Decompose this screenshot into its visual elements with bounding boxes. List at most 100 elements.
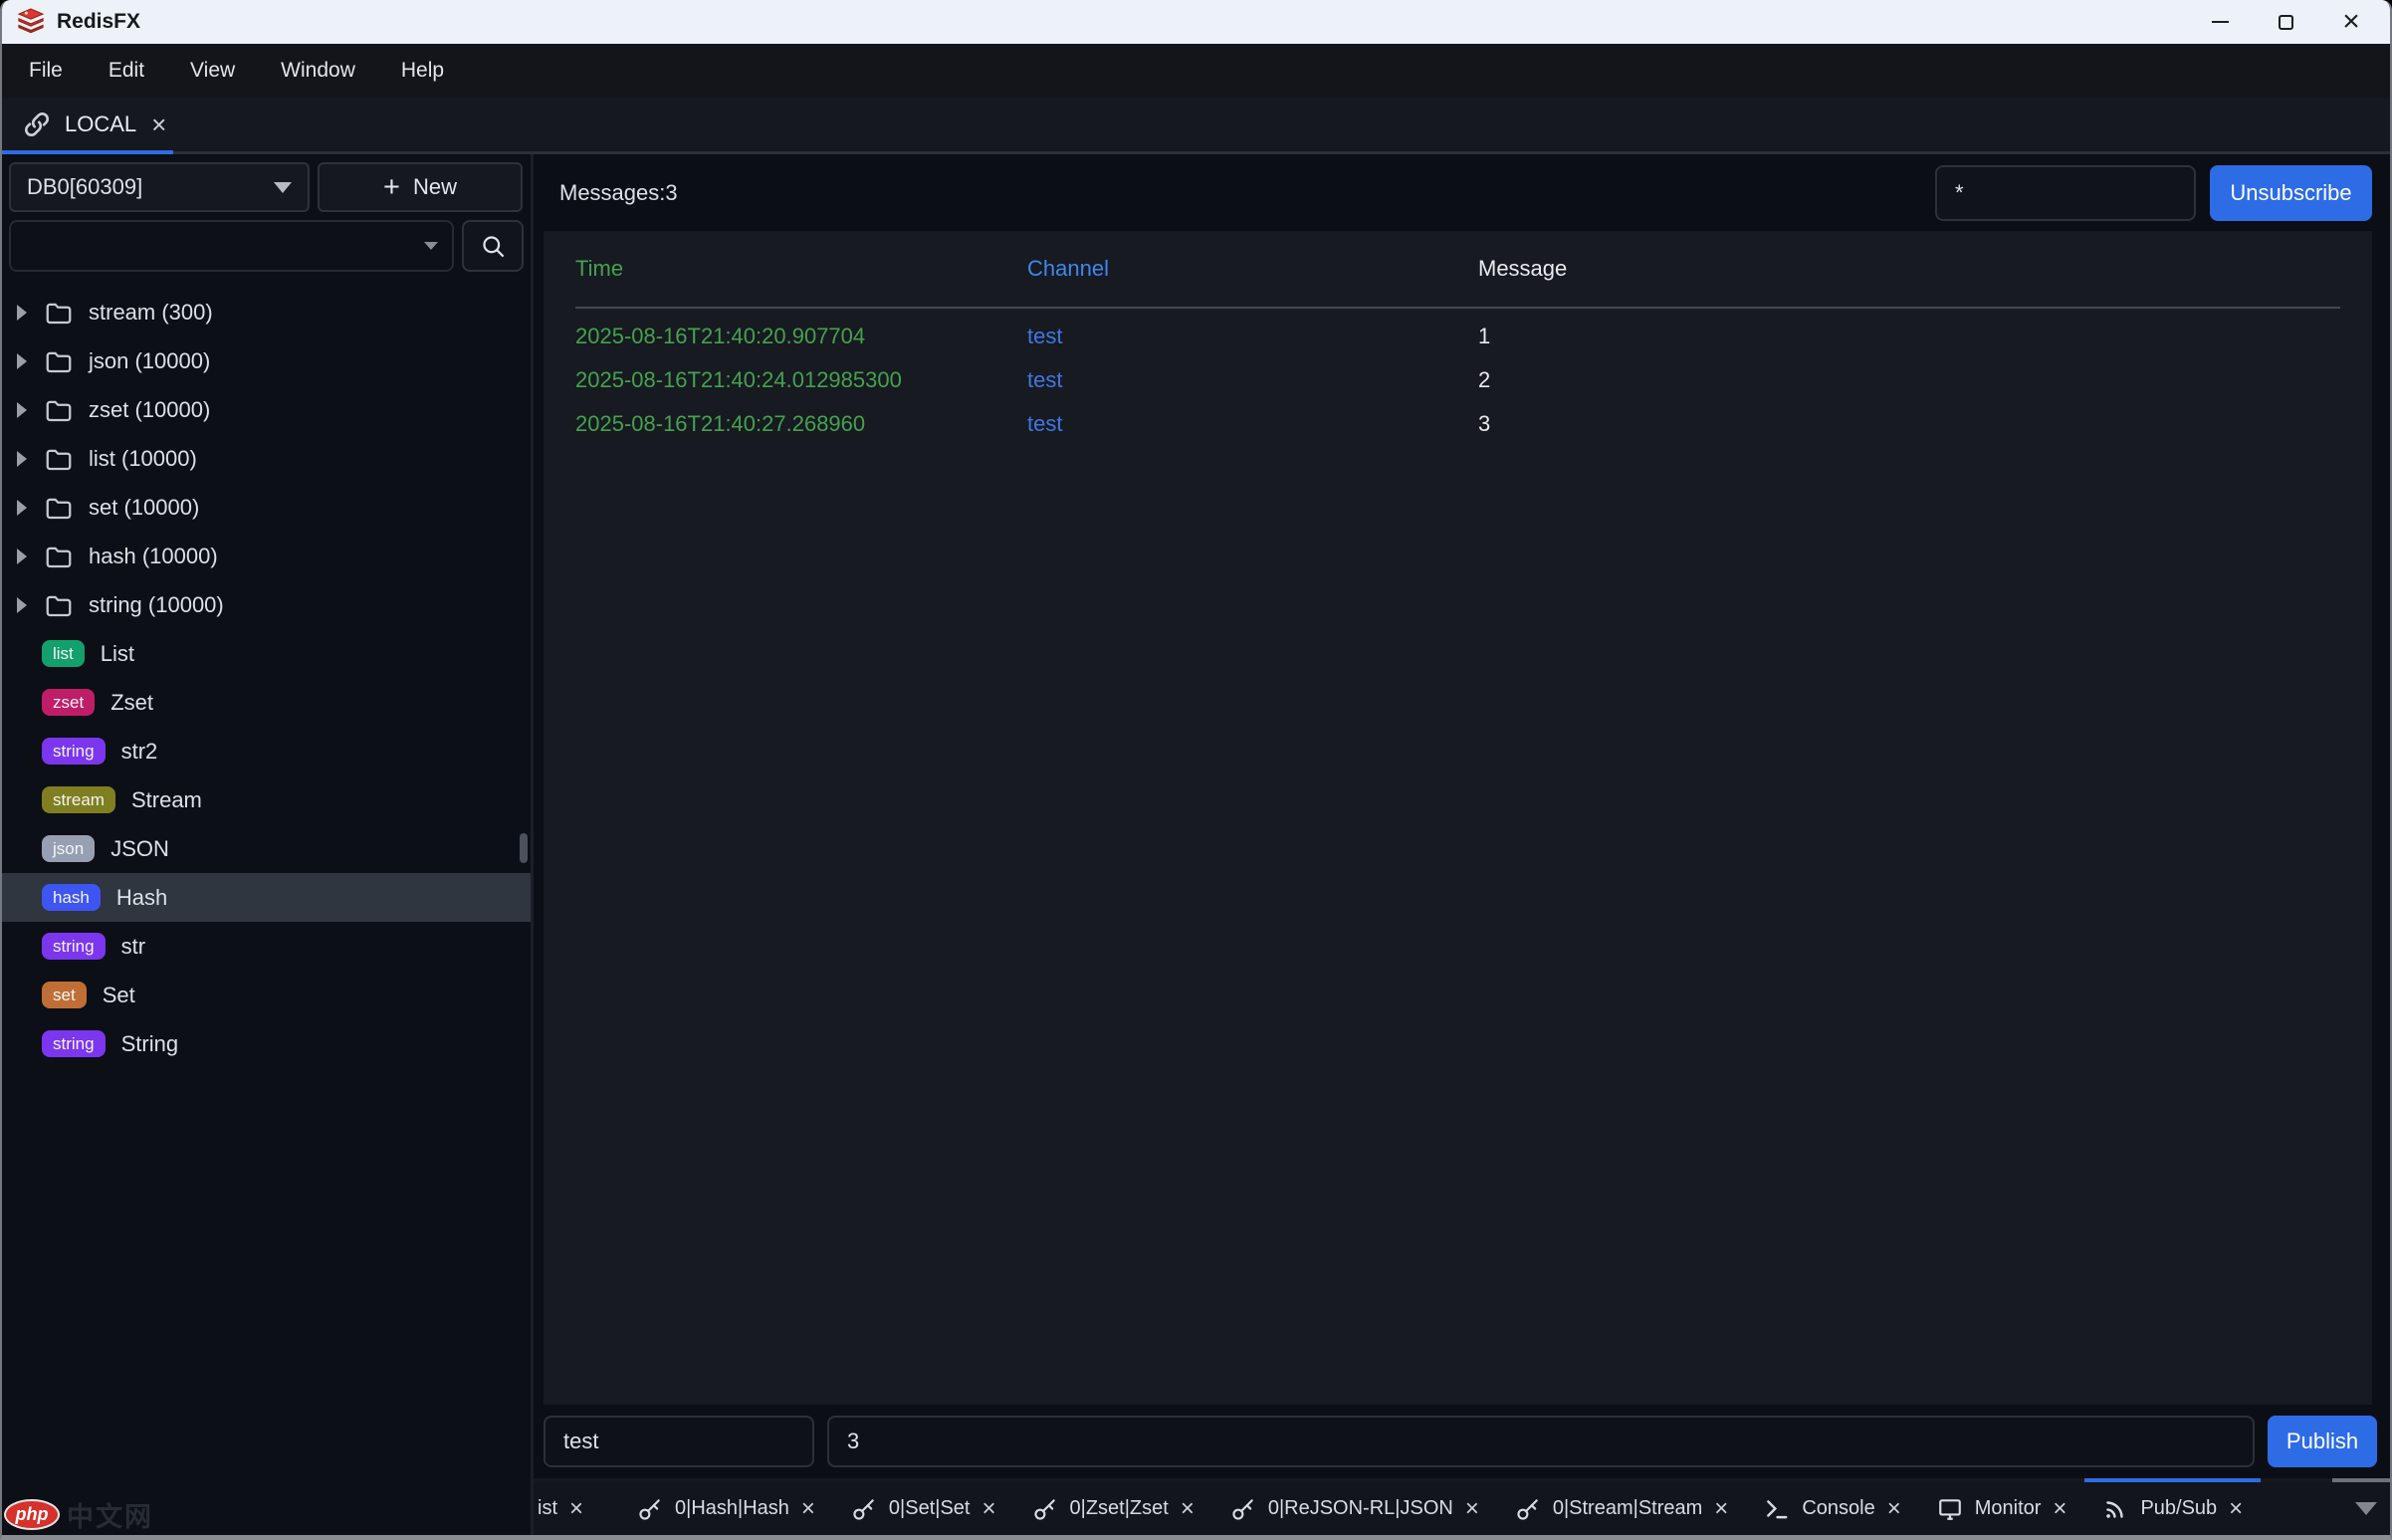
window-controls: × [2187, 0, 2384, 44]
tree-key[interactable]: zset Zset [2, 678, 531, 727]
bottom-tab[interactable]: ist × [534, 1482, 619, 1535]
watermark-text: 中文网 [67, 1495, 153, 1534]
key-icon [1515, 1496, 1541, 1522]
tab-close-icon[interactable]: × [1887, 1497, 1901, 1521]
channel-pattern-input[interactable] [1935, 165, 2196, 221]
tree-folder[interactable]: hash (10000) [2, 532, 531, 580]
table-row[interactable]: 2025-08-16T21:40:27.268960 test 3 [575, 402, 2340, 446]
bottom-tab-label: Console [1802, 1497, 1874, 1520]
cell-time: 2025-08-16T21:40:20.907704 [575, 324, 1027, 349]
sidebar-toolbar: DB0[60309] + New [2, 162, 531, 212]
php-logo: php [4, 1499, 60, 1530]
pubsub-pane: Messages:3 Unsubscribe Time Channel Mess… [534, 154, 2390, 1535]
key-label: str2 [121, 739, 158, 765]
magnifier-icon [480, 233, 507, 260]
publish-channel-input[interactable] [544, 1416, 814, 1467]
bottom-tab[interactable]: 0|Stream|Stream × [1497, 1482, 1746, 1535]
broadcast-icon [2102, 1496, 2128, 1522]
database-selector-value: DB0[60309] [27, 174, 142, 200]
tree-folder[interactable]: stream (300) [2, 288, 531, 336]
folder-icon [44, 542, 74, 571]
maximize-button[interactable] [2253, 0, 2318, 44]
publish-button[interactable]: Publish [2268, 1416, 2377, 1467]
connection-tab-local[interactable]: LOCAL × [2, 98, 173, 151]
cell-channel: test [1027, 324, 1478, 349]
chevron-right-icon[interactable] [17, 500, 44, 516]
tab-close-icon[interactable]: × [801, 1497, 815, 1521]
close-icon: × [2342, 7, 2360, 37]
menu-item-view[interactable]: View [167, 59, 258, 83]
bottom-tab-label: 0|ReJSON-RL|JSON [1268, 1497, 1453, 1520]
bottom-tab[interactable]: 0|Zset|Zset × [1014, 1482, 1212, 1535]
messages-table-body: 2025-08-16T21:40:20.907704 test 1 2025-0… [575, 315, 2340, 446]
bottom-tab[interactable]: 0|ReJSON-RL|JSON × [1212, 1482, 1497, 1535]
close-button[interactable]: × [2318, 0, 2384, 44]
menubar: FileEditViewWindowHelp [2, 44, 2390, 98]
connection-tab-close-icon[interactable]: × [151, 111, 166, 137]
sidebar: DB0[60309] + New [2, 154, 531, 1535]
chevron-right-icon[interactable] [17, 353, 44, 369]
key-icon [851, 1496, 877, 1522]
bottom-tab[interactable]: 0|Set|Set × [833, 1482, 1014, 1535]
key-label: Hash [116, 885, 167, 911]
key-filter-input[interactable] [25, 233, 424, 259]
new-key-button[interactable]: + New [318, 162, 523, 212]
folder-label: set (10000) [89, 495, 199, 521]
new-key-button-label: New [413, 174, 457, 200]
tab-close-icon[interactable]: × [1181, 1497, 1195, 1521]
tree-folder[interactable]: list (10000) [2, 434, 531, 483]
search-button[interactable] [462, 220, 524, 272]
bottom-tab[interactable]: Console × [1746, 1482, 1918, 1535]
tree-key[interactable]: set Set [2, 971, 531, 1019]
tab-close-icon[interactable]: × [1465, 1497, 1479, 1521]
chevron-right-icon[interactable] [17, 549, 44, 564]
chevron-right-icon[interactable] [17, 305, 44, 321]
tree-folder[interactable]: json (10000) [2, 336, 531, 385]
tab-close-icon[interactable]: × [2229, 1497, 2243, 1521]
bottom-tabbar: ist × 0|Hash|Hash × 0|Set|Set × [534, 1478, 2390, 1535]
tab-close-icon[interactable]: × [2053, 1497, 2066, 1521]
connection-tabstrip: LOCAL × [2, 98, 2390, 154]
publish-message-input[interactable] [827, 1416, 2255, 1467]
tree-folder[interactable]: string (10000) [2, 580, 531, 629]
bottom-tab-label: 0|Set|Set [889, 1497, 971, 1520]
sidebar-scrollbar-thumb[interactable] [520, 833, 528, 863]
tree-folder[interactable]: zset (10000) [2, 385, 531, 434]
unsubscribe-button[interactable]: Unsubscribe [2210, 165, 2372, 221]
chevron-right-icon[interactable] [17, 451, 44, 467]
tab-close-icon[interactable]: × [569, 1497, 583, 1521]
bottom-tab[interactable]: 0|Hash|Hash × [619, 1482, 833, 1535]
bottom-tab[interactable]: Monitor × [1919, 1482, 2085, 1535]
cell-channel: test [1027, 411, 1478, 437]
table-row[interactable]: 2025-08-16T21:40:24.012985300 test 2 [575, 358, 2340, 402]
tree-key[interactable]: string str [2, 922, 531, 971]
menu-item-file[interactable]: File [6, 59, 86, 83]
menu-item-window[interactable]: Window [258, 59, 378, 83]
table-row[interactable]: 2025-08-16T21:40:20.907704 test 1 [575, 315, 2340, 358]
menu-item-edit[interactable]: Edit [86, 59, 167, 83]
tree-folder[interactable]: set (10000) [2, 483, 531, 532]
key-label: JSON [110, 836, 169, 862]
tab-close-icon[interactable]: × [1714, 1497, 1728, 1521]
cell-time: 2025-08-16T21:40:24.012985300 [575, 367, 1027, 393]
chevron-right-icon[interactable] [17, 402, 44, 418]
body: DB0[60309] + New [2, 154, 2390, 1535]
tab-close-icon[interactable]: × [981, 1497, 995, 1521]
bottom-tab[interactable]: Pub/Sub × [2084, 1482, 2261, 1535]
tree-key[interactable]: json JSON [2, 824, 531, 873]
database-selector[interactable]: DB0[60309] [9, 162, 310, 212]
watermark: php 中文网 [4, 1495, 153, 1534]
key-label: List [101, 641, 134, 667]
tree-key[interactable]: hash Hash [2, 873, 531, 922]
tree-key[interactable]: list List [2, 629, 531, 678]
tree-key[interactable]: string String [2, 1019, 531, 1068]
maximize-icon [2279, 15, 2293, 30]
minimize-button[interactable] [2187, 0, 2253, 44]
messages-table-header: Time Channel Message [575, 231, 2340, 309]
tab-overflow-caret-icon[interactable] [2355, 1502, 2377, 1515]
chevron-right-icon[interactable] [17, 597, 44, 613]
key-icon [1032, 1496, 1058, 1522]
tree-key[interactable]: stream Stream [2, 775, 531, 824]
tree-key[interactable]: string str2 [2, 727, 531, 775]
menu-item-help[interactable]: Help [378, 59, 467, 83]
